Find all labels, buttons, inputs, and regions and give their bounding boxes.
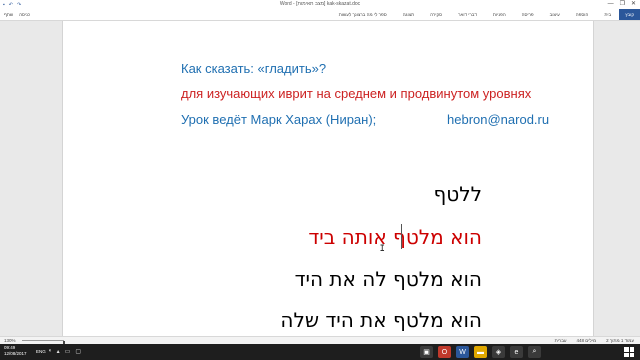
- store-icon[interactable]: ◈: [492, 346, 505, 358]
- tab-home[interactable]: בית: [596, 9, 619, 20]
- ibeam-cursor-icon: ⵊ: [380, 243, 385, 253]
- input-language[interactable]: ENG: [36, 349, 46, 354]
- system-tray: ◖ ▴ ▭ ▢: [48, 348, 81, 355]
- ribbon-tabs: קובץ בית הוספה עיצוב פריסה הפניות דברי ד…: [0, 9, 640, 21]
- lesson-title: Как сказать: «гладить»?: [181, 61, 327, 76]
- minimize-button[interactable]: —: [608, 0, 614, 9]
- zoom-slider[interactable]: [22, 340, 65, 346]
- speaker-icon[interactable]: ◖: [48, 348, 52, 355]
- tell-me-box[interactable]: ספר לי מה ברצונך לעשות: [331, 9, 395, 20]
- text-cursor: [401, 224, 402, 249]
- close-button[interactable]: ✕: [631, 0, 636, 9]
- network-icon[interactable]: ▴: [57, 348, 60, 355]
- notification-icon[interactable]: ▢: [75, 348, 81, 355]
- file-explorer-icon[interactable]: ▬: [474, 346, 487, 358]
- window-controls: — ❐ ✕: [608, 0, 636, 9]
- lesson-subtitle: для изучающих иврит на среднем и продвин…: [181, 86, 532, 101]
- windows-start-icon[interactable]: [624, 347, 634, 357]
- hebrew-line-3: הוא מלטף לה את היד: [294, 267, 482, 291]
- sign-in-button[interactable]: כניסה: [19, 12, 30, 17]
- window-title: Word - [מצב תאימות] kak-skazat.doc: [279, 1, 361, 7]
- document-area: Как сказать: «гладить»? для изучающих ив…: [0, 21, 640, 336]
- clock-date: 12/08/2017: [4, 351, 27, 356]
- tab-insert[interactable]: הוספה: [568, 9, 597, 20]
- hebrew-line-1: ללטף: [433, 182, 483, 206]
- word-icon[interactable]: W: [456, 346, 469, 358]
- hebrew-line-4: הוא מלטף את היד שלה: [280, 308, 482, 332]
- lesson-author: Урок ведёт Марк Харах (Ниран);: [181, 112, 377, 127]
- taskbar: 09:49 12/08/2017 ENG ◖ ▴ ▭ ▢ ▣ O W ▬ ◈ e…: [0, 344, 640, 360]
- tab-layout[interactable]: פריסה: [514, 9, 542, 20]
- edge-icon[interactable]: e: [510, 346, 523, 358]
- document-page[interactable]: Как сказать: «гладить»? для изучающих ив…: [62, 21, 594, 336]
- tab-design[interactable]: עיצוב: [542, 9, 568, 20]
- title-bar: ▪ ↶ ↷ Word - [מצב תאימות] kak-skazat.doc…: [0, 0, 640, 9]
- tab-references[interactable]: הפניות: [485, 9, 514, 20]
- opera-icon[interactable]: O: [438, 346, 451, 358]
- taskbar-clock[interactable]: 09:49 12/08/2017: [4, 345, 27, 357]
- author-email: hebron@narod.ru: [447, 112, 550, 127]
- task-view-icon[interactable]: ▣: [420, 346, 433, 358]
- tab-mailings[interactable]: דברי דואר: [450, 9, 485, 20]
- taskbar-apps: ▣ O W ▬ ◈ e ⌕: [420, 346, 541, 358]
- hebrew-line-2: הוא מלטף אותה ביד: [308, 225, 482, 249]
- tab-file[interactable]: קובץ: [619, 9, 640, 20]
- tab-view[interactable]: תצוגה: [395, 9, 423, 20]
- battery-icon[interactable]: ▭: [65, 348, 71, 355]
- maximize-button[interactable]: ❐: [620, 0, 625, 9]
- share-button[interactable]: שתף: [4, 12, 13, 17]
- tab-review[interactable]: סקירה: [422, 9, 450, 20]
- search-icon[interactable]: ⌕: [528, 346, 541, 358]
- ribbon-extra: שתף כניסה: [4, 9, 30, 20]
